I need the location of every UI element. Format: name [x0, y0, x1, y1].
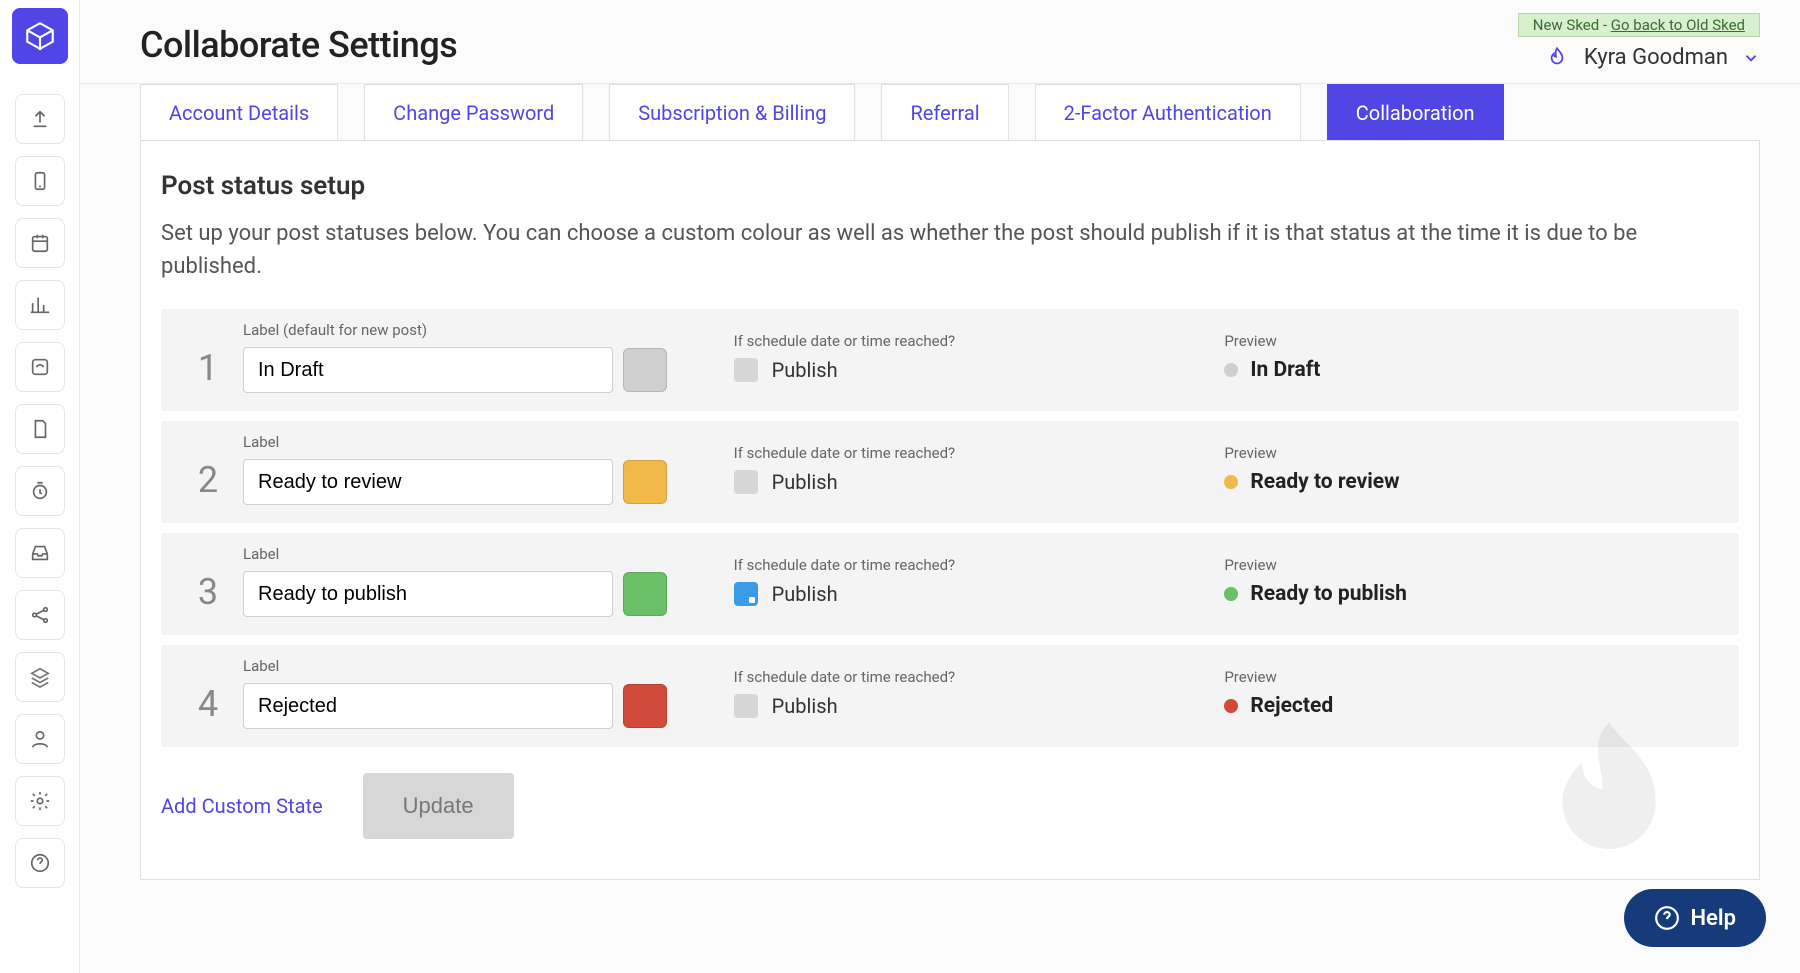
user-icon	[29, 728, 51, 750]
tab-2-factor-authentication[interactable]: 2-Factor Authentication	[1035, 84, 1301, 141]
publish-label: Publish	[772, 358, 838, 382]
nav-document[interactable]	[15, 404, 65, 454]
tab-collaboration[interactable]: Collaboration	[1327, 84, 1504, 141]
schedule-header: If schedule date or time reached?	[734, 444, 1225, 462]
tab-account-details[interactable]: Account Details	[140, 84, 338, 141]
preview-text: In Draft	[1250, 358, 1320, 382]
main-content: Collaborate Settings New Sked - Go back …	[80, 0, 1800, 973]
preview-dot	[1224, 699, 1238, 713]
preview-dot	[1224, 363, 1238, 377]
calendar-icon	[29, 232, 51, 254]
schedule-header: If schedule date or time reached?	[734, 332, 1225, 350]
user-name: Kyra Goodman	[1584, 45, 1728, 70]
banner-link[interactable]: Go back to Old Sked	[1611, 16, 1745, 34]
chevron-down-icon	[1742, 49, 1760, 67]
label-header: Label	[243, 433, 734, 451]
publish-label: Publish	[772, 470, 838, 494]
section-description: Set up your post statuses below. You can…	[161, 217, 1739, 283]
label-header: Label	[243, 545, 734, 563]
preview-dot	[1224, 587, 1238, 601]
nav-inbox[interactable]	[15, 528, 65, 578]
preview-header: Preview	[1224, 556, 1715, 574]
publish-label: Publish	[772, 582, 838, 606]
nav-mobile[interactable]	[15, 156, 65, 206]
mobile-icon	[29, 170, 51, 192]
settings-panel: Post status setup Set up your post statu…	[140, 140, 1760, 880]
row-index: 4	[173, 683, 243, 729]
schedule-header: If schedule date or time reached?	[734, 556, 1225, 574]
layers-icon	[29, 666, 51, 688]
status-row: 1Label (default for new post)If schedule…	[161, 309, 1739, 411]
status-label-input[interactable]	[243, 571, 613, 617]
nav-user[interactable]	[15, 714, 65, 764]
add-custom-state-link[interactable]: Add Custom State	[161, 794, 323, 818]
schedule-header: If schedule date or time reached?	[734, 668, 1225, 686]
cube-icon	[23, 19, 57, 53]
status-label-input[interactable]	[243, 459, 613, 505]
nav-settings[interactable]	[15, 776, 65, 826]
publish-checkbox[interactable]	[734, 694, 758, 718]
share-icon	[29, 604, 51, 626]
tab-change-password[interactable]: Change Password	[364, 84, 583, 141]
clock-icon	[29, 480, 51, 502]
nav-share[interactable]	[15, 590, 65, 640]
sketch-icon	[29, 356, 51, 378]
status-row: 4LabelIf schedule date or time reached?P…	[161, 645, 1739, 747]
preview-text: Ready to review	[1250, 470, 1399, 494]
banner-prefix: New Sked -	[1533, 16, 1611, 34]
nav-calendar[interactable]	[15, 218, 65, 268]
color-swatch[interactable]	[623, 460, 667, 504]
status-label-input[interactable]	[243, 683, 613, 729]
update-button[interactable]: Update	[363, 773, 514, 839]
nav-help[interactable]	[15, 838, 65, 888]
nav-sketch[interactable]	[15, 342, 65, 392]
preview-header: Preview	[1224, 444, 1715, 462]
user-menu[interactable]: Kyra Goodman	[1544, 45, 1760, 71]
question-icon	[29, 852, 51, 874]
tab-subscription-billing[interactable]: Subscription & Billing	[609, 84, 855, 141]
section-title: Post status setup	[161, 171, 1739, 201]
preview-header: Preview	[1224, 332, 1715, 350]
color-swatch[interactable]	[623, 348, 667, 392]
row-index: 3	[173, 571, 243, 617]
nav-clock[interactable]	[15, 466, 65, 516]
app-logo[interactable]	[12, 8, 68, 64]
tab-referral[interactable]: Referral	[881, 84, 1008, 141]
document-icon	[29, 418, 51, 440]
nav-layers[interactable]	[15, 652, 65, 702]
row-index: 2	[173, 459, 243, 505]
label-header: Label (default for new post)	[243, 321, 734, 339]
gear-icon	[29, 790, 51, 812]
color-swatch[interactable]	[623, 572, 667, 616]
chart-icon	[29, 294, 51, 316]
help-label: Help	[1690, 906, 1736, 931]
help-button[interactable]: Help	[1624, 889, 1766, 947]
status-row: 2LabelIf schedule date or time reached?P…	[161, 421, 1739, 523]
header: Collaborate Settings New Sked - Go back …	[80, 0, 1800, 84]
sidebar	[0, 0, 80, 973]
publish-label: Publish	[772, 694, 838, 718]
status-label-input[interactable]	[243, 347, 613, 393]
status-row: 3LabelIf schedule date or time reached?P…	[161, 533, 1739, 635]
preview-dot	[1224, 475, 1238, 489]
upload-icon	[29, 108, 51, 130]
nav-upload[interactable]	[15, 94, 65, 144]
help-circle-icon	[1654, 905, 1680, 931]
preview-text: Ready to publish	[1250, 582, 1407, 606]
page-title: Collaborate Settings	[140, 24, 457, 66]
old-sked-banner: New Sked - Go back to Old Sked	[1518, 13, 1760, 37]
label-header: Label	[243, 657, 734, 675]
row-index: 1	[173, 347, 243, 393]
publish-checkbox[interactable]	[734, 470, 758, 494]
preview-header: Preview	[1224, 668, 1715, 686]
flame-icon	[1544, 45, 1570, 71]
preview-text: Rejected	[1250, 694, 1333, 718]
publish-checkbox[interactable]	[734, 358, 758, 382]
nav-analytics[interactable]	[15, 280, 65, 330]
publish-checkbox[interactable]	[734, 582, 758, 606]
settings-tabs: Account Details Change Password Subscripti…	[140, 84, 1760, 141]
inbox-icon	[29, 542, 51, 564]
color-swatch[interactable]	[623, 684, 667, 728]
